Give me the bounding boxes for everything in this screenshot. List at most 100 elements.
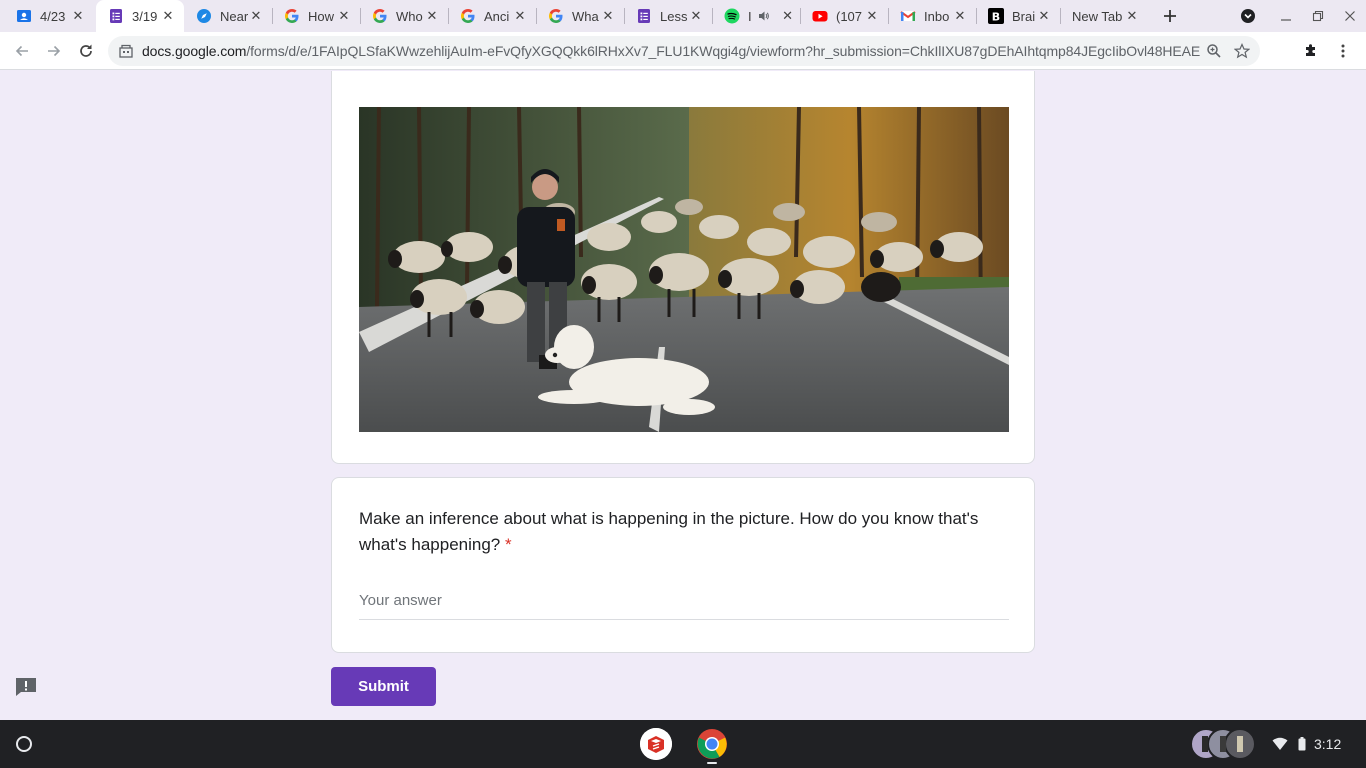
close-tab-icon[interactable]: ✕	[248, 8, 264, 24]
text-question-card: Make an inference about what is happenin…	[331, 477, 1035, 653]
reload-button[interactable]	[73, 38, 99, 64]
required-asterisk: *	[504, 535, 512, 554]
answer-input[interactable]: Your answer	[359, 592, 1009, 620]
spotify-icon	[724, 8, 740, 24]
browser-tab[interactable]: (107 ✕	[800, 0, 888, 32]
youtube-icon	[812, 8, 828, 24]
browser-tab[interactable]: Near ✕	[184, 0, 272, 32]
form-page: Make an inference about what is happenin…	[0, 71, 1366, 720]
restore-button[interactable]	[1306, 4, 1330, 28]
launcher-button[interactable]	[12, 732, 36, 756]
google-g-icon	[372, 8, 388, 24]
browser-tab[interactable]: New Tab ✕	[1060, 0, 1148, 32]
tab-title: Wha	[572, 8, 599, 24]
tab-title: Anci	[484, 8, 510, 24]
restore-icon	[1312, 10, 1324, 22]
browser-tab[interactable]: Anci ✕	[448, 0, 536, 32]
tab-title: How	[308, 8, 335, 24]
browser-tab[interactable]: Inbo ✕	[888, 0, 976, 32]
close-tab-icon[interactable]: ✕	[600, 8, 616, 24]
close-tab-icon[interactable]: ✕	[336, 8, 352, 24]
browser-tab[interactable]: How ✕	[272, 0, 360, 32]
question-text: Make an inference about what is happenin…	[359, 509, 979, 554]
chrome-icon	[697, 729, 727, 759]
report-feedback-button[interactable]	[14, 676, 38, 698]
google-forms-icon	[636, 8, 652, 24]
sketchup-icon	[640, 728, 672, 760]
browser-tab[interactable]: B Brai ✕	[976, 0, 1060, 32]
browser-tab[interactable]: I ✕	[712, 0, 800, 32]
account-avatars[interactable]	[1190, 728, 1256, 760]
tab-title: I	[748, 8, 752, 24]
new-tab-button[interactable]	[1158, 4, 1182, 28]
close-tab-icon[interactable]: ✕	[160, 8, 176, 24]
clock: 3:12	[1314, 736, 1342, 752]
close-tab-icon[interactable]: ✕	[1124, 8, 1140, 24]
back-button[interactable]	[9, 38, 35, 64]
tab-title: New Tab	[1072, 8, 1123, 24]
avatar-stack-icon	[1190, 728, 1256, 760]
url-text[interactable]: docs.google.com/forms/d/e/1FAIpQLSfaKWwz…	[142, 43, 1200, 59]
svg-text:B: B	[992, 11, 1000, 24]
feedback-icon	[16, 678, 36, 696]
google-g-icon	[548, 8, 564, 24]
tab-title: Inbo	[924, 8, 950, 24]
close-tab-icon[interactable]: ✕	[864, 8, 880, 24]
google-classroom-icon	[16, 8, 32, 24]
browser-tab[interactable]: Wha ✕	[536, 0, 624, 32]
close-window-button[interactable]	[1338, 4, 1362, 28]
tab-title: 3/19	[132, 8, 158, 24]
gmail-icon	[900, 8, 916, 24]
speaker-icon[interactable]	[758, 10, 770, 22]
shelf-app-chrome[interactable]	[696, 728, 728, 760]
more-vert-icon	[1341, 44, 1345, 58]
back-arrow-icon	[15, 45, 28, 57]
wifi-icon	[1272, 737, 1288, 751]
tab-title: Brai	[1012, 8, 1036, 24]
forward-arrow-icon	[48, 45, 61, 57]
close-tab-icon[interactable]: ✕	[512, 8, 528, 24]
google-g-icon	[284, 8, 300, 24]
safari-compass-icon	[196, 8, 212, 24]
submit-button[interactable]: Submit	[331, 667, 436, 706]
image-question-card	[331, 71, 1035, 464]
reload-icon	[80, 44, 92, 57]
browser-toolbar: docs.google.com/forms/d/e/1FAIpQLSfaKWwz…	[0, 32, 1366, 70]
zoom-icon[interactable]	[1200, 37, 1228, 65]
close-tab-icon[interactable]: ✕	[688, 8, 704, 24]
browser-tab[interactable]: 4/23 ✕	[4, 0, 94, 32]
running-indicator	[707, 762, 717, 764]
shelf-app-sketchup[interactable]	[640, 728, 672, 760]
close-tab-icon[interactable]: ✕	[424, 8, 440, 24]
close-tab-icon[interactable]: ✕	[780, 8, 796, 24]
extensions-button[interactable]	[1298, 38, 1324, 64]
bookmark-star-icon[interactable]	[1228, 37, 1256, 65]
address-bar[interactable]: docs.google.com/forms/d/e/1FAIpQLSfaKWwz…	[108, 36, 1260, 66]
tab-title: Less	[660, 8, 688, 24]
google-forms-icon	[108, 8, 124, 24]
tab-title: Near	[220, 8, 248, 24]
chevron-down-circle-icon	[1241, 9, 1255, 23]
minimize-icon	[1281, 19, 1291, 21]
browser-tab-active[interactable]: 3/19 ✕	[96, 0, 184, 32]
battery-icon	[1298, 737, 1306, 751]
close-tab-icon[interactable]: ✕	[1036, 8, 1052, 24]
question-title: Make an inference about what is happenin…	[359, 506, 999, 558]
minimize-button[interactable]	[1274, 4, 1298, 28]
question-image	[359, 107, 1009, 432]
menu-button[interactable]	[1330, 38, 1356, 64]
tab-title: (107	[836, 8, 863, 24]
browser-tab[interactable]: Less ✕	[624, 0, 712, 32]
site-info-icon[interactable]	[118, 43, 134, 59]
forward-button[interactable]	[41, 38, 67, 64]
plus-icon	[1164, 10, 1176, 22]
os-shelf: 3:12	[0, 720, 1366, 768]
close-tab-icon[interactable]: ✕	[70, 8, 86, 24]
status-tray[interactable]: 3:12	[1272, 732, 1341, 756]
tab-search-button[interactable]	[1236, 4, 1260, 28]
close-tab-icon[interactable]: ✕	[952, 8, 968, 24]
tab-title: Who	[396, 8, 423, 24]
launcher-circle-icon	[16, 736, 32, 752]
browser-tab[interactable]: Who ✕	[360, 0, 448, 32]
tab-title: 4/23	[40, 8, 66, 24]
